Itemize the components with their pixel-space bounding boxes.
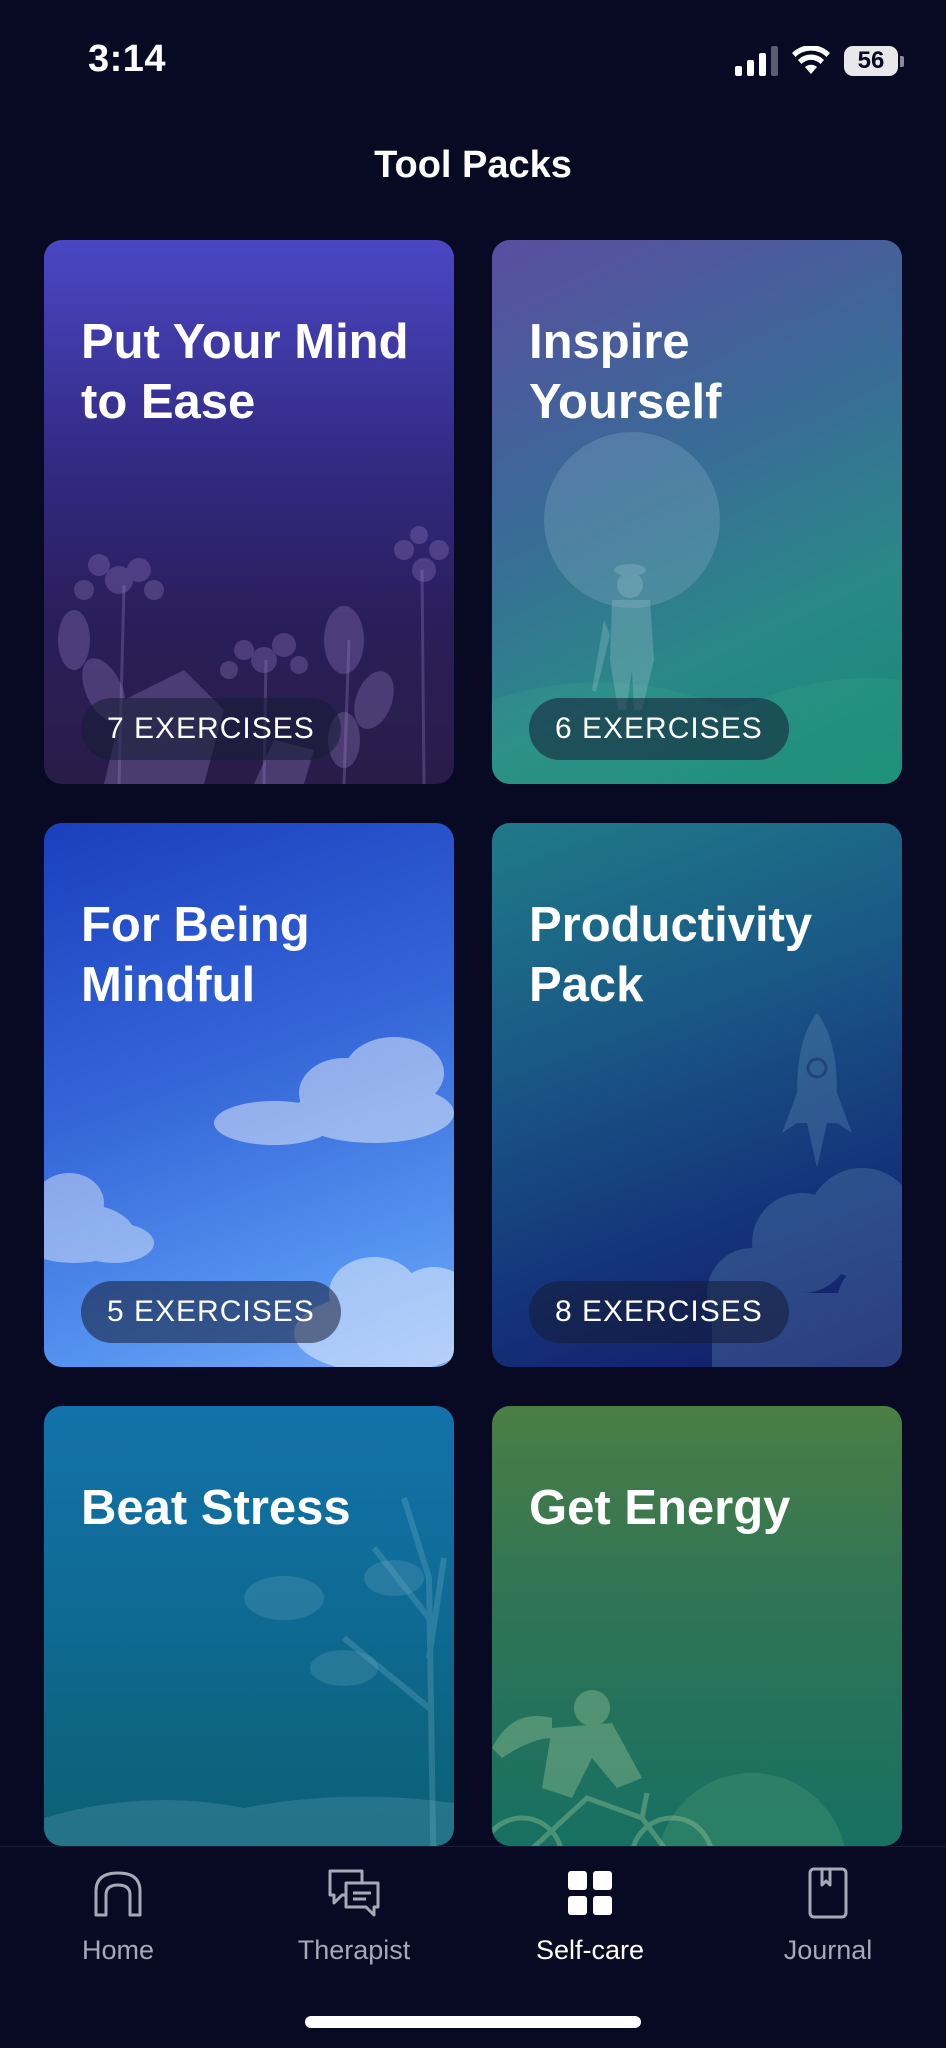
tree-illustration xyxy=(44,1497,454,1846)
home-indicator[interactable] xyxy=(305,2016,641,2028)
grid-icon xyxy=(568,1871,612,1915)
pack-card-get-energy[interactable]: Get Energy xyxy=(492,1406,902,1846)
pack-title: Put Your Mind to Ease xyxy=(81,315,409,429)
exercise-count-badge: 8 EXERCISES xyxy=(529,1281,789,1343)
status-icons: 56 xyxy=(735,44,904,78)
pack-card-for-being-mindful[interactable]: For Being Mindful 5 EXERCISES xyxy=(44,823,454,1367)
pack-card-inspire-yourself[interactable]: Inspire Yourself 6 EXERCISES xyxy=(492,240,902,784)
pack-card-productivity-pack[interactable]: Productivity Pack 8 EXERCISES xyxy=(492,823,902,1367)
cyclist-illustration xyxy=(492,1690,845,1846)
journal-icon xyxy=(808,1867,848,1919)
tab-home[interactable]: Home xyxy=(18,1865,218,1966)
tool-packs-screen: 3:14 56 Tool Packs Put Your Mind to Ease… xyxy=(0,0,946,2048)
pack-title: Beat Stress xyxy=(81,1481,351,1535)
tab-journal[interactable]: Journal xyxy=(728,1865,928,1966)
tab-label: Home xyxy=(81,1935,155,1965)
pack-card-put-your-mind-to-ease[interactable]: Put Your Mind to Ease 7 EXERCISES xyxy=(44,240,454,784)
tab-self-care[interactable]: Self-care xyxy=(490,1865,690,1966)
pack-title: Productivity Pack xyxy=(529,898,813,1012)
exercise-count-badge: 7 EXERCISES xyxy=(81,698,341,760)
pack-title: For Being Mindful xyxy=(81,898,310,1012)
tab-label: Journal xyxy=(783,1935,873,1965)
battery-level: 56 xyxy=(844,46,898,76)
tab-label: Therapist xyxy=(297,1935,411,1965)
battery-icon: 56 xyxy=(844,46,904,76)
chat-bubbles-icon xyxy=(328,1869,380,1917)
page-title: Tool Packs xyxy=(374,144,572,186)
exercise-count-badge: 6 EXERCISES xyxy=(529,698,789,760)
status-time: 3:14 xyxy=(88,38,167,80)
pack-title: Get Energy xyxy=(529,1481,791,1535)
cellular-signal-icon xyxy=(735,46,778,76)
tab-therapist[interactable]: Therapist xyxy=(254,1865,454,1966)
exercise-count-badge: 5 EXERCISES xyxy=(81,1281,341,1343)
wifi-icon xyxy=(792,46,830,74)
home-icon xyxy=(94,1871,142,1917)
tab-label: Self-care xyxy=(535,1935,645,1965)
pack-card-beat-stress[interactable]: Beat Stress xyxy=(44,1406,454,1846)
pack-title: Inspire Yourself xyxy=(529,315,722,429)
